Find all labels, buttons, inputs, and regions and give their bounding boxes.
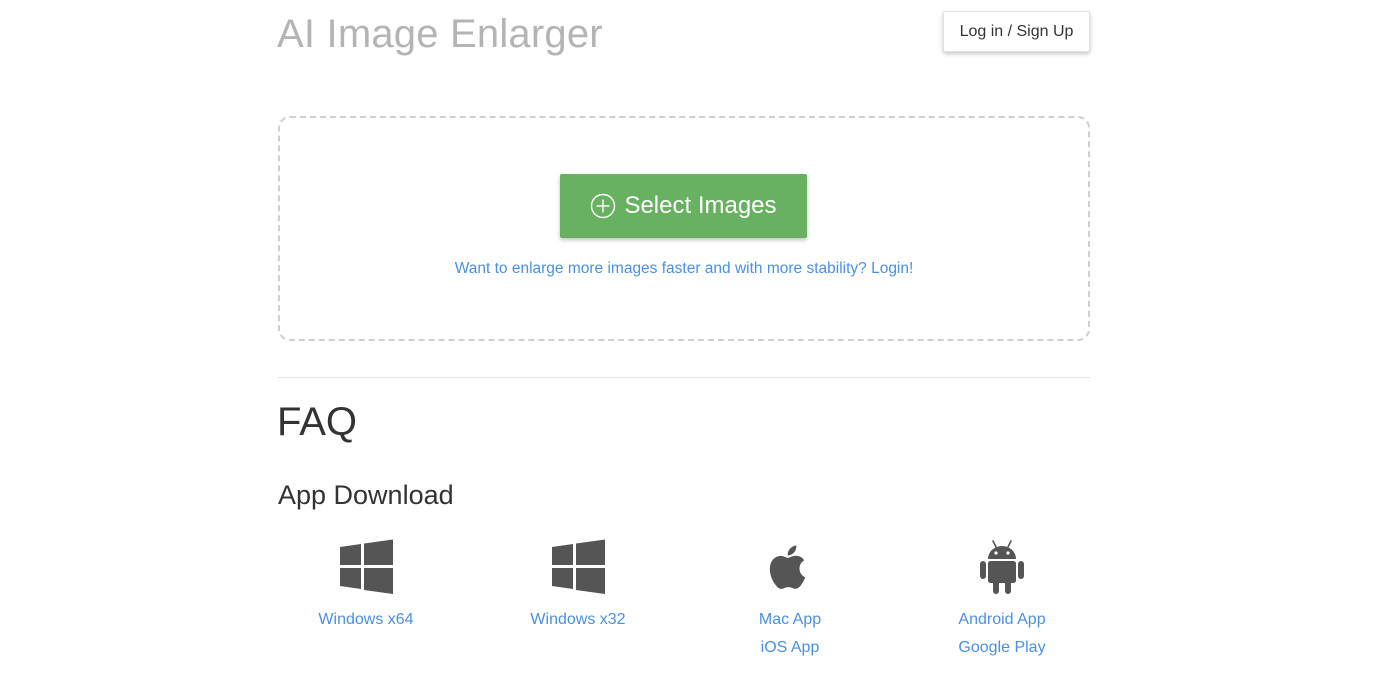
app-android: Android App Google Play: [912, 538, 1092, 662]
google-play-link[interactable]: Google Play: [912, 634, 1092, 662]
select-images-label: Select Images: [624, 192, 777, 219]
windows-icon[interactable]: [549, 538, 607, 596]
ios-app-link[interactable]: iOS App: [700, 634, 880, 662]
faq-heading: FAQ: [277, 400, 358, 444]
login-hint-link[interactable]: Want to enlarge more images faster and w…: [278, 260, 1090, 278]
apple-icon[interactable]: [761, 538, 819, 596]
app-windows-x32: Windows x32: [488, 538, 668, 634]
app-download-heading: App Download: [278, 480, 454, 510]
app-title: AI Image Enlarger: [277, 12, 603, 56]
mac-app-link[interactable]: Mac App: [700, 606, 880, 634]
app-windows-x64: Windows x64: [276, 538, 456, 634]
windows-x64-link[interactable]: Windows x64: [276, 606, 456, 634]
app-apple: Mac App iOS App: [700, 538, 880, 662]
windows-x32-link[interactable]: Windows x32: [488, 606, 668, 634]
page: AI Image Enlarger Log in / Sign Up Selec…: [0, 0, 1398, 676]
login-signup-button[interactable]: Log in / Sign Up: [943, 11, 1090, 52]
windows-icon[interactable]: [337, 538, 395, 596]
android-icon[interactable]: [973, 538, 1031, 596]
section-divider: [278, 377, 1090, 378]
select-images-button[interactable]: Select Images: [560, 174, 807, 238]
plus-circle-icon: [591, 193, 616, 219]
android-app-link[interactable]: Android App: [912, 606, 1092, 634]
